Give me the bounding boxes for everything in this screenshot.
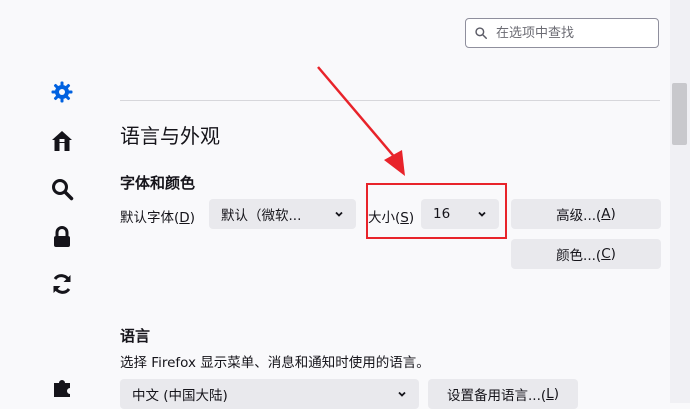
alternatives-label-close: ) [553,386,559,402]
alternatives-label: 设置备用语言...( [447,388,547,404]
advanced-accesskey: A [601,206,611,222]
advanced-fonts-button[interactable]: 高级...(A) [511,199,661,229]
alternatives-accesskey: L [546,386,554,402]
colors-label: 颜色...( [556,248,602,264]
colors-label-close: ) [610,246,616,262]
sync-icon[interactable] [49,271,75,297]
alternative-languages-button[interactable]: 设置备用语言...(L) [428,379,578,409]
default-font-label-text: 默认字体( [120,210,180,226]
default-font-label-close: ) [189,210,195,226]
colors-button[interactable]: 颜色...(C) [511,239,661,269]
scrollbar-thumb[interactable] [672,83,687,145]
puzzle-icon[interactable] [49,374,75,400]
default-font-accesskey: D [179,210,190,226]
search-input-box[interactable] [465,18,659,48]
divider [120,100,660,101]
home-icon[interactable] [49,128,75,154]
fonts-heading: 字体和颜色 [120,174,196,192]
gear-icon[interactable] [49,79,75,105]
advanced-label: 高级...( [556,208,602,224]
default-font-value: 默认（微软... [221,208,302,224]
language-value: 中文 (中国大陆) [132,388,228,404]
search-input[interactable] [494,24,658,42]
advanced-label-close: ) [610,206,616,222]
chevron-down-icon [335,211,343,217]
default-font-label: 默认字体(D) [120,206,195,226]
section-title: 语言与外观 [120,124,220,148]
search-icon [475,27,487,39]
colors-accesskey: C [601,246,611,262]
chevron-down-icon [398,391,406,397]
language-heading: 语言 [120,327,151,345]
highlight-box [366,183,507,239]
language-dropdown[interactable]: 中文 (中国大陆) [120,379,419,409]
lock-icon[interactable] [49,224,75,250]
default-font-dropdown[interactable]: 默认（微软... [209,199,356,229]
language-description: 选择 Firefox 显示菜单、消息和通知时使用的语言。 [120,355,430,371]
scrollbar-track[interactable] [670,0,690,403]
sidebar [0,0,105,403]
search-icon[interactable] [49,176,75,202]
